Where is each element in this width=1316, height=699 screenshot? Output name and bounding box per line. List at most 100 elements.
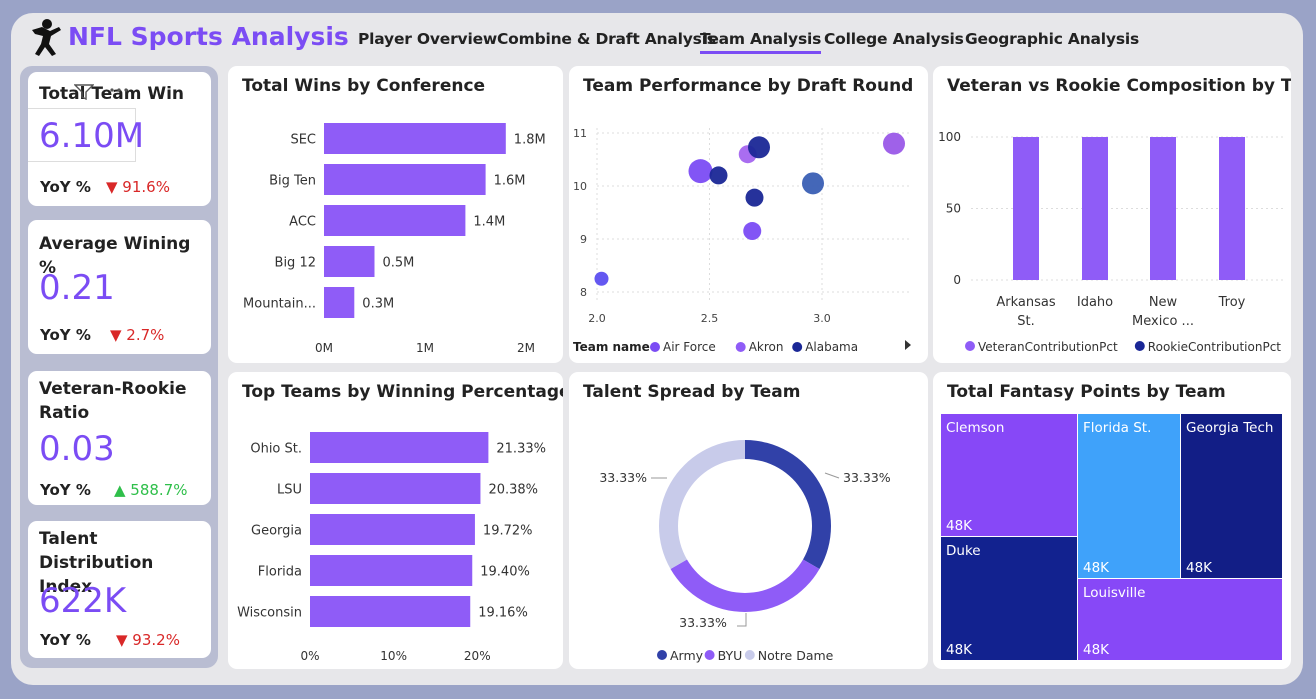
card-wins-by-conference[interactable]: Total Wins by Conference SEC 1.8M Big Ten 1…	[228, 66, 563, 363]
kpi-value: 0.21	[39, 268, 115, 308]
bar	[324, 164, 486, 195]
kpi-yoy-value: ▼ 2.7%	[110, 326, 165, 344]
card-top-teams-winning[interactable]: Top Teams by Winning Percentage Ohio St.…	[228, 372, 563, 669]
scatter-point	[745, 188, 764, 207]
data-label: 20.38%	[488, 483, 538, 498]
treemap-cell-value: 48K	[1186, 560, 1213, 576]
treemap-cell[interactable]: Clemson 48K	[941, 414, 1077, 536]
kpi-yoy-label: YoY %	[40, 481, 91, 499]
kpi-card-talent-distribution[interactable]: Talent Distribution Index 622K YoY % ▼ 9…	[28, 521, 211, 658]
category-label: Wisconsin	[237, 606, 302, 621]
category-label: ACC	[289, 215, 316, 230]
scatter-point	[594, 271, 609, 286]
legend-label: Akron	[749, 340, 784, 354]
scatter-point	[748, 136, 770, 159]
filter-icon[interactable]	[74, 84, 94, 100]
data-label: 33.33%	[843, 470, 891, 485]
legend-label: VeteranContributionPct	[978, 340, 1118, 354]
treemap-cell-name: Duke	[946, 543, 981, 559]
page-navigation: Player Overview Combine & Draft Analysis…	[0, 30, 1316, 60]
data-label: 19.16%	[478, 606, 528, 621]
bar	[1150, 137, 1176, 280]
treemap-cell[interactable]: Georgia Tech 48K	[1181, 414, 1282, 578]
kpi-yoy-label: YoY %	[40, 178, 91, 196]
treemap-cell[interactable]: Louisville 48K	[1078, 579, 1282, 660]
more-options-icon[interactable]	[108, 86, 130, 94]
kpi-value: 6.10M	[39, 116, 145, 156]
data-label: 1.4M	[473, 215, 505, 230]
category-label: Georgia	[251, 524, 302, 539]
bar	[1219, 137, 1245, 280]
category-label: Mountain...	[243, 297, 316, 312]
tab-college-analysis[interactable]: College Analysis	[824, 30, 964, 48]
treemap-cell-name: Clemson	[946, 420, 1005, 436]
treemap-cell-name: Georgia Tech	[1186, 420, 1274, 436]
data-label: 21.33%	[496, 442, 546, 457]
x-tick-label: 2.5	[701, 312, 719, 325]
tab-combine-draft-analysis[interactable]: Combine & Draft Analysis	[497, 30, 716, 48]
scatter-point	[883, 132, 905, 155]
bar	[324, 123, 506, 154]
legend-label: BYU	[718, 648, 743, 663]
x-tick-label: 10%	[380, 649, 407, 663]
leader-line	[824, 472, 840, 479]
kpi-title: Veteran-Rookie Ratio	[39, 379, 187, 423]
legend-marker	[657, 650, 667, 660]
donut-slice	[659, 440, 745, 569]
card-performance-by-draft-round[interactable]: Team Performance by Draft Round 11 10 9 8 2.…	[569, 66, 928, 363]
data-label: 33.33%	[679, 615, 727, 630]
tab-player-overview[interactable]: Player Overview	[358, 30, 497, 48]
legend-next-arrow-icon[interactable]	[903, 339, 913, 351]
x-tick-label: 0%	[300, 649, 319, 663]
kpi-yoy-value: ▼ 93.2%	[116, 631, 180, 649]
data-label: 1.8M	[514, 133, 546, 148]
x-tick-label: 20%	[464, 649, 491, 663]
leader-line	[737, 613, 747, 627]
x-tick-label: 1M	[416, 341, 434, 355]
x-tick-label: 0M	[315, 341, 333, 355]
bar	[310, 432, 489, 463]
fantasy-points-treemap: Clemson 48K Florida St. 48K Georgia Tech 48K D…	[933, 372, 1291, 669]
kpi-value: 622K	[39, 581, 127, 621]
y-tick-label: 9	[580, 233, 587, 246]
kpi-value: 0.03	[39, 429, 115, 469]
treemap-cell-value: 48K	[946, 642, 973, 658]
category-label: Big 12	[275, 256, 316, 271]
kpi-yoy-label: YoY %	[40, 631, 91, 649]
top-teams-chart: Ohio St. 21.33% LSU 20.38% Georgia 19.72% Flor…	[237, 432, 546, 663]
treemap-cell-value: 48K	[946, 518, 973, 534]
card-talent-spread[interactable]: Talent Spread by Team 33.33% 33.33% 33.33%…	[569, 372, 928, 669]
x-tick-label: St.	[1017, 314, 1034, 329]
category-label: SEC	[290, 133, 316, 148]
legend-label: Alabama	[805, 340, 858, 354]
x-tick-label: Mexico ...	[1132, 314, 1194, 329]
kpi-card-total-team-win[interactable]: Total Team Win 6.10M YoY % ▼ 91.6%	[28, 72, 211, 206]
data-label: 0.5M	[383, 256, 415, 271]
tab-team-analysis[interactable]: Team Analysis	[700, 30, 821, 54]
treemap-cell[interactable]: Duke 48K	[941, 537, 1077, 660]
y-tick-label: 8	[580, 286, 587, 299]
legend-label: RookieContributionPct	[1148, 340, 1281, 354]
wins-by-conference-chart: SEC 1.8M Big Ten 1.6M ACC 1.4M Big 12 0.5M Mount…	[243, 123, 546, 355]
bar	[324, 287, 355, 318]
scatter-point	[688, 159, 713, 184]
card-fantasy-points[interactable]: Total Fantasy Points by Team Clemson 48K F…	[933, 372, 1291, 669]
kpi-card-veteran-rookie-ratio[interactable]: Veteran-Rookie Ratio 0.03 YoY % ▲ 588.7%	[28, 371, 211, 505]
bar	[1013, 137, 1039, 280]
card-veteran-rookie-composition[interactable]: Veteran vs Rookie Composition by Team 10…	[933, 66, 1291, 363]
legend-marker	[792, 342, 803, 352]
tab-geographic-analysis[interactable]: Geographic Analysis	[965, 30, 1139, 48]
donut-slice	[745, 440, 831, 569]
treemap-cell-name: Florida St.	[1083, 420, 1152, 436]
kpi-yoy-label: YoY %	[40, 326, 91, 344]
treemap-cell-value: 48K	[1083, 642, 1110, 658]
x-tick-label: Troy	[1218, 295, 1246, 310]
data-label: 1.6M	[494, 174, 526, 189]
kpi-card-average-winning[interactable]: Average Wining % 0.21 YoY % ▼ 2.7%	[28, 220, 211, 354]
legend-label: Army	[670, 648, 704, 663]
treemap-cell[interactable]: Florida St. 48K	[1078, 414, 1180, 578]
x-tick-label: 2.0	[588, 312, 606, 325]
y-tick-label: 0	[953, 273, 961, 287]
y-tick-label: 11	[573, 127, 587, 140]
category-label: Florida	[258, 565, 302, 580]
